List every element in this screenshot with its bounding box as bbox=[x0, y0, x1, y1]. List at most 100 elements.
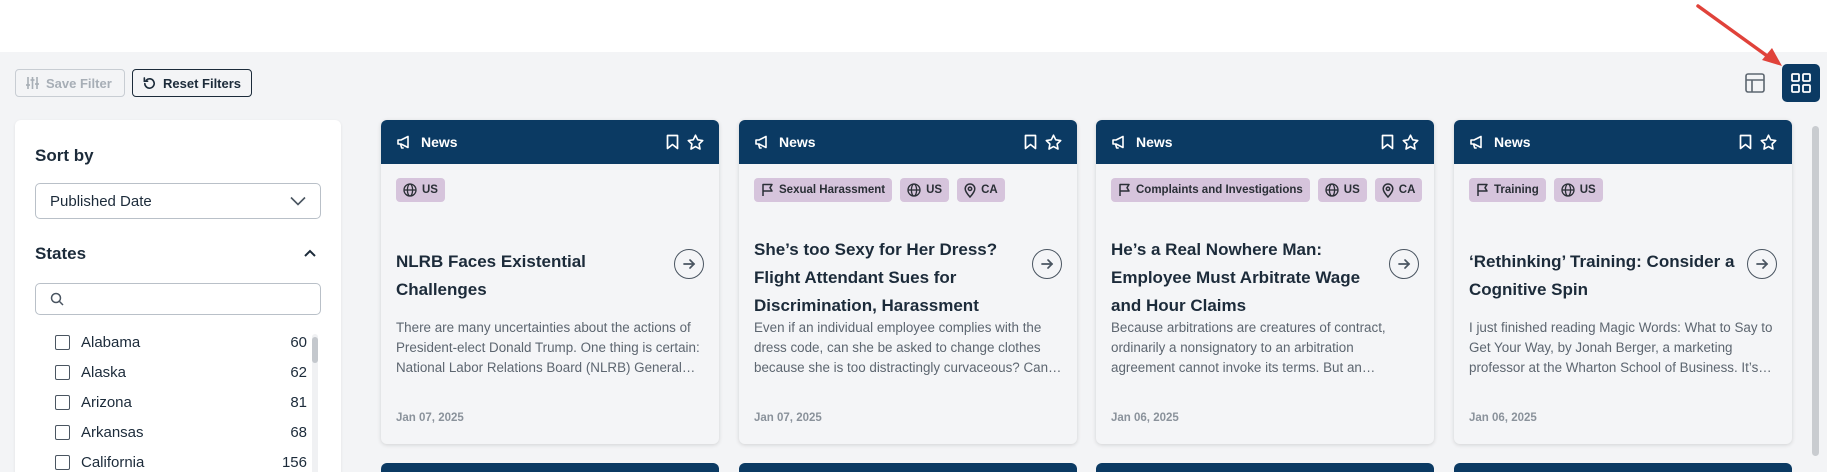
state-item[interactable]: Alabama 60 bbox=[55, 327, 307, 357]
bookmark-icon[interactable] bbox=[1024, 134, 1037, 150]
tag-label: Sexual Harassment bbox=[779, 184, 886, 196]
tag-chip: CA bbox=[957, 178, 1005, 202]
table-view-icon bbox=[1745, 73, 1765, 93]
state-item[interactable]: Arizona 81 bbox=[55, 387, 307, 417]
save-filter-button[interactable]: Save Filter bbox=[15, 69, 125, 97]
state-name: Arizona bbox=[81, 393, 132, 411]
filter-sidebar: Sort by Published Date States Alabama 60 … bbox=[15, 120, 341, 472]
card-title[interactable]: He’s a Real Nowhere Man: Employee Must A… bbox=[1111, 236, 1381, 320]
news-card[interactable]: News Training US ‘Rethinking’ Training: Con… bbox=[1454, 120, 1792, 444]
tag-label: Complaints and Investigations bbox=[1136, 184, 1303, 196]
state-item[interactable]: Arkansas 68 bbox=[55, 417, 307, 447]
reset-filters-button[interactable]: Reset Filters bbox=[132, 69, 252, 97]
news-card[interactable]: News US NLRB Faces Existential Challenges T… bbox=[381, 120, 719, 444]
card-actions bbox=[1024, 134, 1062, 150]
globe-icon bbox=[403, 183, 417, 197]
card-actions bbox=[1381, 134, 1419, 150]
news-card-next-row bbox=[381, 463, 719, 472]
card-header: News bbox=[381, 120, 719, 164]
card-type-label: News bbox=[421, 134, 458, 150]
map-pin-icon bbox=[1382, 182, 1394, 198]
sort-by-value: Published Date bbox=[50, 192, 152, 210]
tag-chip: Training bbox=[1469, 178, 1546, 202]
state-item[interactable]: Alaska 62 bbox=[55, 357, 307, 387]
bookmark-icon[interactable] bbox=[1739, 134, 1752, 150]
top-bar bbox=[0, 0, 1827, 52]
news-card-next-row bbox=[739, 463, 1077, 472]
states-scrollbar-thumb[interactable] bbox=[312, 337, 318, 363]
card-title[interactable]: NLRB Faces Existential Challenges bbox=[396, 248, 666, 304]
megaphone-icon bbox=[1470, 135, 1482, 149]
open-article-button[interactable] bbox=[674, 249, 704, 279]
bookmark-icon[interactable] bbox=[666, 134, 679, 150]
card-header: News bbox=[739, 120, 1077, 164]
page-scrollbar-thumb[interactable] bbox=[1812, 126, 1819, 456]
arrow-right-icon bbox=[1756, 259, 1769, 269]
tag-label: US bbox=[1343, 184, 1360, 196]
arrow-right-icon bbox=[1041, 259, 1054, 269]
flag-icon bbox=[761, 183, 774, 197]
news-card[interactable]: News Sexual Harassment US CA She’s too Sexy … bbox=[739, 120, 1077, 444]
card-description: Even if an individual employee complies … bbox=[754, 320, 1049, 375]
tag-label: US bbox=[422, 184, 438, 196]
globe-icon bbox=[907, 183, 921, 197]
card-tags: Sexual Harassment US CA bbox=[754, 178, 1005, 202]
tag-chip: US bbox=[1317, 178, 1367, 202]
card-actions bbox=[1739, 134, 1777, 150]
sort-by-title: Sort by bbox=[35, 146, 94, 165]
state-checkbox[interactable] bbox=[55, 424, 70, 440]
annotation-arrow-icon bbox=[1696, 4, 1782, 66]
reset-filters-label: Reset Filters bbox=[163, 75, 242, 91]
state-checkbox[interactable] bbox=[55, 454, 70, 470]
grid-view-icon bbox=[1791, 73, 1811, 93]
state-name: California bbox=[81, 453, 145, 471]
card-header: News bbox=[1454, 120, 1792, 164]
tag-chip: US bbox=[396, 178, 445, 202]
tag-chip: Complaints and Investigations bbox=[1111, 178, 1310, 202]
tag-label: Training bbox=[1494, 184, 1539, 196]
card-header: News bbox=[1096, 120, 1434, 164]
news-card-next-row bbox=[1096, 463, 1434, 472]
open-article-button[interactable] bbox=[1747, 249, 1777, 279]
card-description: I just finished reading Magic Words: Wha… bbox=[1469, 320, 1773, 375]
tag-label: CA bbox=[1398, 184, 1416, 196]
state-count: 81 bbox=[290, 393, 307, 411]
state-checkbox[interactable] bbox=[55, 364, 70, 380]
card-tags: US bbox=[396, 178, 445, 202]
open-article-button[interactable] bbox=[1032, 249, 1062, 279]
card-date: Jan 07, 2025 bbox=[396, 412, 464, 424]
sliders-icon bbox=[26, 77, 39, 89]
state-checkbox[interactable] bbox=[55, 394, 70, 410]
card-title[interactable]: She’s too Sexy for Her Dress? Flight Att… bbox=[754, 236, 1024, 320]
states-search-input[interactable] bbox=[35, 283, 321, 315]
state-checkbox[interactable] bbox=[55, 334, 70, 350]
state-count: 62 bbox=[290, 363, 307, 381]
flag-icon bbox=[1118, 183, 1131, 197]
tag-label: US bbox=[1579, 184, 1596, 196]
star-icon[interactable] bbox=[1760, 134, 1777, 150]
sort-by-select[interactable]: Published Date bbox=[35, 183, 321, 219]
news-card[interactable]: News Complaints and Investigations US CA He’… bbox=[1096, 120, 1434, 444]
table-view-button[interactable] bbox=[1741, 69, 1769, 97]
arrow-right-icon bbox=[1398, 259, 1411, 269]
star-icon[interactable] bbox=[687, 134, 704, 150]
card-title[interactable]: ‘Rethinking’ Training: Consider a Cognit… bbox=[1469, 248, 1739, 304]
card-type-label: News bbox=[779, 134, 816, 150]
star-icon[interactable] bbox=[1402, 134, 1419, 150]
tag-chip: US bbox=[1553, 178, 1603, 202]
card-date: Jan 07, 2025 bbox=[754, 412, 822, 424]
card-tags: Complaints and Investigations US CA bbox=[1111, 178, 1423, 202]
megaphone-icon bbox=[1112, 135, 1124, 149]
open-article-button[interactable] bbox=[1389, 249, 1419, 279]
chevron-up-icon[interactable] bbox=[304, 249, 316, 257]
state-count: 68 bbox=[290, 423, 307, 441]
bookmark-icon[interactable] bbox=[1381, 134, 1394, 150]
star-icon[interactable] bbox=[1045, 134, 1062, 150]
card-type-label: News bbox=[1136, 134, 1173, 150]
state-name: Alaska bbox=[81, 363, 127, 381]
state-item[interactable]: California 156 bbox=[55, 447, 307, 472]
map-pin-icon bbox=[964, 182, 976, 198]
card-description: Because arbitrations are creatures of co… bbox=[1111, 320, 1386, 375]
flag-icon bbox=[1476, 183, 1489, 197]
arrow-right-icon bbox=[683, 259, 696, 269]
